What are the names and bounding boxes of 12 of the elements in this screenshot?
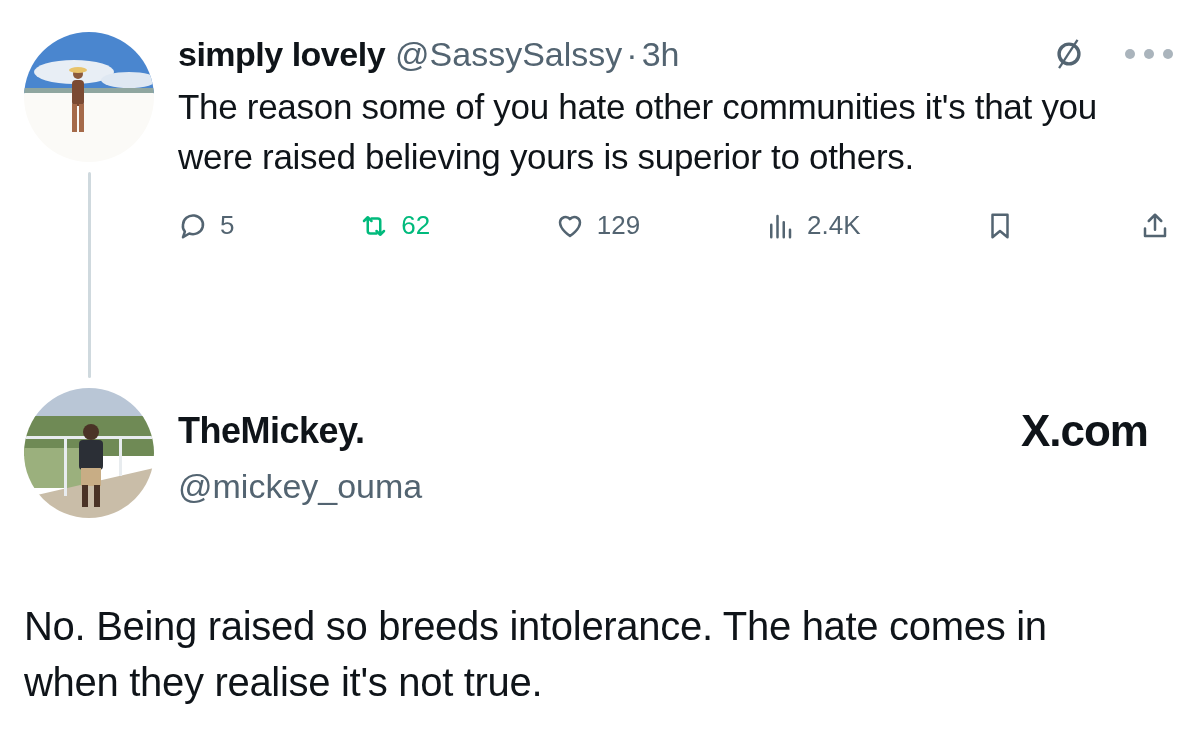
user-handle[interactable]: @mickey_ouma — [178, 464, 1148, 508]
site-logo-text: X.com — [1020, 406, 1148, 456]
reply-text: No. Being raised so breeds intolerance. The hate comes in when they realise it's not true. — [23, 603, 1048, 706]
separator-dot: · — [626, 34, 638, 75]
reply-button[interactable]: 5 — [178, 210, 235, 241]
display-name[interactable]: simply lovely — [178, 32, 386, 76]
like-button[interactable]: 129 — [554, 210, 641, 241]
post-text: The reason some of you hate other communities it's that you were raised believing yours is superior to others. — [178, 86, 1098, 178]
post-time[interactable]: 3h — [641, 32, 680, 76]
user-handle[interactable]: @SassySalssy — [395, 32, 623, 76]
views-button[interactable]: 2.4K — [765, 210, 861, 241]
display-name[interactable]: TheMickey. — [178, 408, 365, 454]
